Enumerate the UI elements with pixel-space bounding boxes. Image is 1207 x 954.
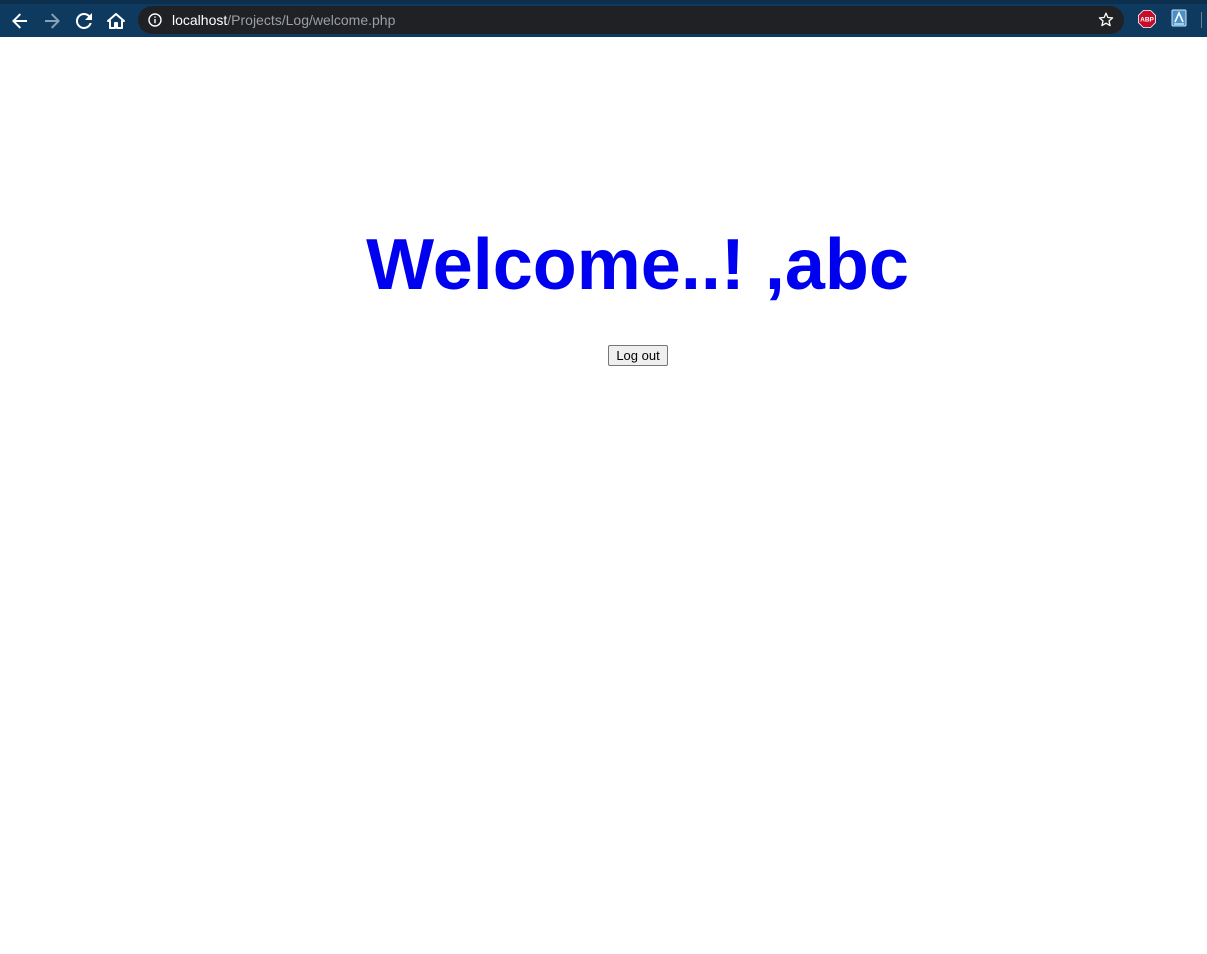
star-icon[interactable] xyxy=(1098,12,1114,28)
url-text[interactable]: localhost/Projects/Log/welcome.php xyxy=(172,11,395,29)
extension-icon[interactable] xyxy=(1171,9,1187,27)
url-host: localhost xyxy=(172,12,228,28)
page-content: Welcome..! ,abc Log out xyxy=(0,37,1207,954)
forward-button[interactable] xyxy=(39,8,65,34)
home-button[interactable] xyxy=(103,8,129,34)
home-icon xyxy=(107,13,125,29)
browser-toolbar: localhost/Projects/Log/welcome.php ABP xyxy=(0,0,1207,37)
back-arrow-icon xyxy=(12,13,27,29)
back-button[interactable] xyxy=(7,8,33,34)
adblock-plus-label: ABP xyxy=(1140,17,1154,24)
adblock-plus-icon[interactable]: ABP xyxy=(1138,10,1156,28)
reload-icon xyxy=(76,13,92,29)
welcome-heading: Welcome..! ,abc xyxy=(366,225,909,305)
reload-button[interactable] xyxy=(71,8,97,34)
toolbar-divider xyxy=(1201,12,1202,28)
info-icon[interactable] xyxy=(148,13,162,27)
address-bar[interactable]: localhost/Projects/Log/welcome.php xyxy=(138,6,1124,34)
forward-arrow-icon xyxy=(45,13,60,29)
logout-button[interactable]: Log out xyxy=(608,345,668,366)
url-path: /Projects/Log/welcome.php xyxy=(227,12,396,28)
